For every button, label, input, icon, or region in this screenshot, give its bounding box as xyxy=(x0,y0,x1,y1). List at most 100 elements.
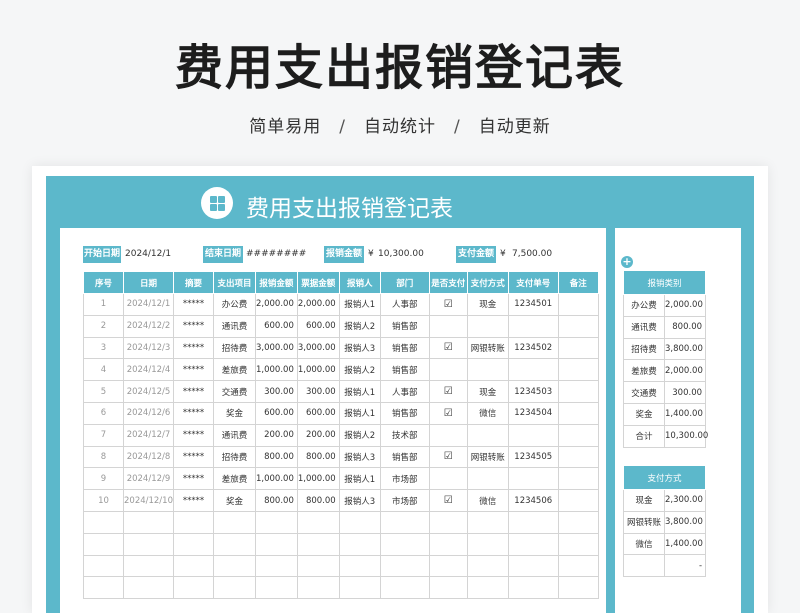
table-cell[interactable] xyxy=(428,510,468,534)
table-row[interactable] xyxy=(83,532,599,556)
table-cell[interactable]: 市场部 xyxy=(379,489,430,512)
table-cell[interactable]: 网银转账 xyxy=(466,445,509,469)
table-cell[interactable] xyxy=(296,532,340,556)
table-cell[interactable]: ***** xyxy=(173,380,214,403)
table-row[interactable]: 1 2024/12/1 ***** 办公费 2,000.00 2,000.00 报销人1 人事… xyxy=(83,293,599,316)
table-cell[interactable]: 3 xyxy=(83,336,124,360)
table-cell[interactable]: 3,000.00 xyxy=(255,336,298,360)
table-cell[interactable] xyxy=(557,576,599,600)
table-cell[interactable]: ☑ xyxy=(428,336,468,360)
table-cell[interactable]: 办公费 xyxy=(213,293,256,316)
table-cell[interactable]: 1 xyxy=(83,293,124,316)
table-cell[interactable]: 1,000.00 xyxy=(296,358,340,382)
table-cell[interactable] xyxy=(255,554,298,578)
table-cell[interactable]: 报销人1 xyxy=(338,293,381,316)
table-row[interactable]: 5 2024/12/5 ***** 交通费 300.00 300.00 报销人1 人事部 ☑ 现金… xyxy=(83,380,599,403)
table-cell[interactable] xyxy=(428,314,468,338)
table-cell[interactable] xyxy=(507,423,559,447)
table-cell[interactable] xyxy=(173,510,214,534)
table-cell[interactable]: 1234506 xyxy=(507,489,559,512)
table-cell[interactable]: 奖金 xyxy=(213,401,256,425)
table-cell[interactable] xyxy=(557,445,599,469)
table-cell[interactable] xyxy=(123,510,174,534)
table-cell[interactable]: 2024/12/5 xyxy=(123,380,174,403)
table-cell[interactable]: 6 xyxy=(83,401,124,425)
table-cell[interactable]: 800.00 xyxy=(255,445,298,469)
table-cell[interactable] xyxy=(213,554,256,578)
table-row[interactable]: 10 2024/12/10 ***** 奖金 800.00 800.00 报销人3 市场部 ☑ 微… xyxy=(83,489,599,512)
table-row[interactable]: 9 2024/12/9 ***** 差旅费 1,000.00 1,000.00 报销人1 市场… xyxy=(83,467,599,491)
table-cell[interactable] xyxy=(379,554,430,578)
table-cell[interactable]: 800.00 xyxy=(255,489,298,512)
table-cell[interactable]: ***** xyxy=(173,293,214,316)
table-row[interactable]: 2 2024/12/2 ***** 通讯费 600.00 600.00 报销人2 销售部 xyxy=(83,314,599,338)
table-cell[interactable]: 1,000.00 xyxy=(296,467,340,491)
table-cell[interactable] xyxy=(557,467,599,491)
table-cell[interactable]: ☑ xyxy=(428,445,468,469)
table-cell[interactable]: 2 xyxy=(83,314,124,338)
table-row[interactable]: 3 2024/12/3 ***** 招待费 3,000.00 3,000.00 报销人3 销售… xyxy=(83,336,599,360)
table-cell[interactable] xyxy=(557,380,599,403)
table-cell[interactable] xyxy=(83,532,124,556)
table-cell[interactable]: 报销人3 xyxy=(338,336,381,360)
table-cell[interactable]: 200.00 xyxy=(296,423,340,447)
table-cell[interactable] xyxy=(379,576,430,600)
table-cell[interactable]: 1234502 xyxy=(507,336,559,360)
table-cell[interactable]: 3,000.00 xyxy=(296,336,340,360)
table-cell[interactable]: 差旅费 xyxy=(213,358,256,382)
add-icon[interactable]: + xyxy=(621,256,633,268)
table-cell[interactable] xyxy=(428,423,468,447)
table-cell[interactable]: 800.00 xyxy=(296,445,340,469)
table-cell[interactable] xyxy=(557,510,599,534)
table-cell[interactable] xyxy=(428,358,468,382)
table-cell[interactable] xyxy=(507,532,559,556)
table-cell[interactable] xyxy=(255,510,298,534)
table-cell[interactable] xyxy=(557,554,599,578)
table-cell[interactable] xyxy=(296,510,340,534)
table-cell[interactable] xyxy=(123,576,174,600)
table-cell[interactable] xyxy=(466,576,509,600)
table-cell[interactable]: 1,000.00 xyxy=(255,467,298,491)
table-cell[interactable] xyxy=(466,423,509,447)
table-cell[interactable] xyxy=(428,467,468,491)
table-cell[interactable]: 2024/12/2 xyxy=(123,314,174,338)
table-cell[interactable]: 差旅费 xyxy=(213,467,256,491)
table-cell[interactable] xyxy=(83,554,124,578)
table-cell[interactable]: 报销人2 xyxy=(338,314,381,338)
table-cell[interactable] xyxy=(338,532,381,556)
start-date-value[interactable]: 2024/12/1 xyxy=(125,246,187,263)
table-cell[interactable]: 人事部 xyxy=(379,293,430,316)
end-date-value[interactable]: ######## xyxy=(246,246,306,263)
table-row[interactable] xyxy=(83,576,599,600)
table-cell[interactable]: 1,000.00 xyxy=(255,358,298,382)
table-cell[interactable]: 人事部 xyxy=(379,380,430,403)
table-cell[interactable]: 7 xyxy=(83,423,124,447)
table-cell[interactable]: 2,000.00 xyxy=(255,293,298,316)
table-cell[interactable]: ***** xyxy=(173,358,214,382)
table-cell[interactable]: 5 xyxy=(83,380,124,403)
table-cell[interactable]: ***** xyxy=(173,467,214,491)
table-cell[interactable]: 10 xyxy=(83,489,124,512)
table-cell[interactable] xyxy=(379,510,430,534)
table-cell[interactable]: 2024/12/7 xyxy=(123,423,174,447)
table-cell[interactable]: 600.00 xyxy=(255,401,298,425)
table-cell[interactable]: 2024/12/6 xyxy=(123,401,174,425)
table-cell[interactable] xyxy=(466,554,509,578)
table-cell[interactable] xyxy=(466,467,509,491)
table-row[interactable]: 4 2024/12/4 ***** 差旅费 1,000.00 1,000.00 报销人2 销售… xyxy=(83,358,599,382)
table-cell[interactable]: ***** xyxy=(173,336,214,360)
table-cell[interactable] xyxy=(557,314,599,338)
table-cell[interactable]: 销售部 xyxy=(379,358,430,382)
table-cell[interactable]: ***** xyxy=(173,445,214,469)
table-cell[interactable]: 报销人3 xyxy=(338,489,381,512)
table-cell[interactable] xyxy=(557,336,599,360)
table-cell[interactable] xyxy=(428,532,468,556)
table-cell[interactable] xyxy=(466,358,509,382)
table-row[interactable]: 7 2024/12/7 ***** 通讯费 200.00 200.00 报销人2 技术部 xyxy=(83,423,599,447)
table-cell[interactable]: ☑ xyxy=(428,380,468,403)
table-row[interactable]: 6 2024/12/6 ***** 奖金 600.00 600.00 报销人1 销售部 ☑ 微信 1… xyxy=(83,401,599,425)
table-cell[interactable]: 200.00 xyxy=(255,423,298,447)
table-cell[interactable] xyxy=(557,293,599,316)
table-cell[interactable]: 报销人3 xyxy=(338,445,381,469)
table-cell[interactable]: 2024/12/4 xyxy=(123,358,174,382)
